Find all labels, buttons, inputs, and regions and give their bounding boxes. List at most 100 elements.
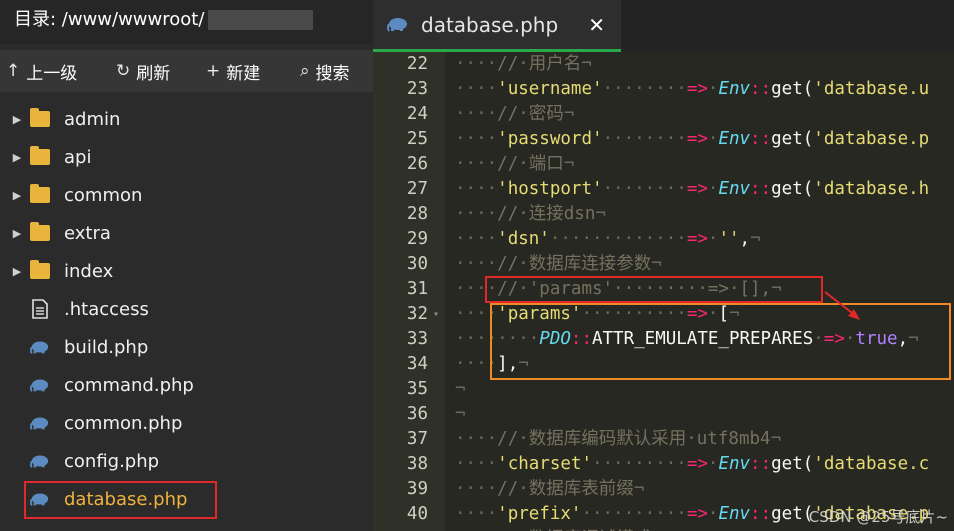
line-number: 30 xyxy=(406,254,428,274)
expand-arrow-icon: ▶ xyxy=(12,112,22,126)
toolbar-label: 搜索 xyxy=(315,63,350,84)
code-line: 37 ····//·数据库编码默认采用·utf8mb4¬ xyxy=(373,427,954,452)
code-line: 30 ····//·数据库连接参数¬ xyxy=(373,252,954,277)
code-text: ¬ xyxy=(455,379,466,399)
line-number: 22 xyxy=(406,54,428,74)
folder-icon xyxy=(30,146,50,165)
file-explorer-sidebar: 目录: /www/wwwroot/ ↑ 上一级 ↻ 刷新 + 新建 ⌕ 搜索 ▶ admin ▶ a… xyxy=(0,0,373,531)
directory-path-label: 目录: /www/wwwroot/ xyxy=(14,9,205,30)
tree-item-label: common.php xyxy=(64,412,183,434)
code-line: 22 ····//·用户名¬ xyxy=(373,52,954,77)
tree-item-config-php[interactable]: config.php xyxy=(0,442,373,480)
close-tab-icon[interactable]: ✕ xyxy=(588,13,605,37)
line-number: 33 xyxy=(406,329,428,349)
code-line: 26 ····//·端口¬ xyxy=(373,152,954,177)
line-number: 27 xyxy=(406,179,428,199)
code-text: ····//·密码¬ xyxy=(455,104,575,124)
expand-arrow-icon: ▶ xyxy=(12,188,22,202)
directory-path-bar: 目录: /www/wwwroot/ xyxy=(0,0,373,44)
toolbar-search-button[interactable]: ⌕ 搜索 xyxy=(300,50,350,92)
line-number: 35 xyxy=(406,379,428,399)
php-elephant-icon xyxy=(30,375,50,395)
expand-arrow-icon: ▶ xyxy=(12,264,22,278)
tree-item-common-php[interactable]: common.php xyxy=(0,404,373,442)
tree-item-label: extra xyxy=(64,222,111,244)
editor-tab-bar: database.php ✕ xyxy=(373,0,954,52)
line-number: 24 xyxy=(406,104,428,124)
line-number: 37 xyxy=(406,429,428,449)
line-number: 34 xyxy=(406,354,428,374)
code-text: ····//·用户名¬ xyxy=(455,54,592,74)
code-line: 38 ····'charset'·········=>·Env::get('dat… xyxy=(373,452,954,477)
tree-item-common[interactable]: ▶ common xyxy=(0,176,373,214)
code-line: 24 ····//·密码¬ xyxy=(373,102,954,127)
line-number: 40 xyxy=(406,504,428,524)
code-line: 29 ····'dsn'·············=>·'',¬ xyxy=(373,227,954,252)
toolbar-arrow-up-button[interactable]: ↑ 上一级 xyxy=(6,50,77,92)
code-text: ····'dsn'·············=>·'',¬ xyxy=(455,229,761,249)
tree-item-admin[interactable]: ▶ admin xyxy=(0,100,373,138)
params-array-highlight-box xyxy=(490,303,951,380)
line-number: 23 xyxy=(406,79,428,99)
tree-item-label: admin xyxy=(64,108,121,130)
php-elephant-icon xyxy=(30,413,50,433)
code-text: ····'hostport'········=>·Env::get('datab… xyxy=(455,179,930,199)
tree-item-label: build.php xyxy=(64,336,149,358)
code-editor[interactable]: 22 ····//·用户名¬ 23 ····'username'········=>·… xyxy=(373,52,954,531)
toolbar-plus-button[interactable]: + 新建 xyxy=(206,50,260,92)
php-elephant-icon xyxy=(30,337,50,357)
tree-item-label: .htaccess xyxy=(64,298,149,320)
toolbar-label: 上一级 xyxy=(26,63,78,84)
code-text: ····//·连接dsn¬ xyxy=(455,204,606,224)
tree-item-build-php[interactable]: build.php xyxy=(0,328,373,366)
line-number: 36 xyxy=(406,404,428,424)
tree-item-command-php[interactable]: command.php xyxy=(0,366,373,404)
folder-icon xyxy=(30,108,50,127)
tree-item-label: command.php xyxy=(64,374,194,396)
code-line: 27 ····'hostport'········=>·Env::get('dat… xyxy=(373,177,954,202)
toolbar-label: 刷新 xyxy=(136,63,171,84)
tree-item-htaccess[interactable]: .htaccess xyxy=(0,290,373,328)
code-text: ¬ xyxy=(455,404,466,424)
tree-item-extra[interactable]: ▶ extra xyxy=(0,214,373,252)
line-number: 29 xyxy=(406,229,428,249)
line-number: 32 xyxy=(406,304,428,324)
toolbar-label: 新建 xyxy=(226,63,261,84)
watermark: CSDN @25号底片~ xyxy=(808,508,948,526)
code-text: ····//·数据库连接参数¬ xyxy=(455,254,662,274)
code-text: ····'charset'·········=>·Env::get('datab… xyxy=(455,454,930,474)
tree-item-index[interactable]: ▶ index xyxy=(0,252,373,290)
code-line: 25 ····'password'········=>·Env::get('dat… xyxy=(373,127,954,152)
line-number: 39 xyxy=(406,479,428,499)
toolbar-refresh-button[interactable]: ↻ 刷新 xyxy=(116,50,170,92)
tab-database-php[interactable]: database.php ✕ xyxy=(373,0,621,52)
code-line: 35 ¬ xyxy=(373,377,954,402)
code-line: 28 ····//·连接dsn¬ xyxy=(373,202,954,227)
tree-item-label: common xyxy=(64,184,143,206)
code-text: ····'password'········=>·Env::get('datab… xyxy=(455,129,930,149)
folder-icon xyxy=(30,222,50,241)
tree-item-api[interactable]: ▶ api xyxy=(0,138,373,176)
code-text: ····//·数据库表前缀¬ xyxy=(455,479,645,499)
refresh-icon: ↻ xyxy=(116,61,131,81)
file-tree: ▶ admin ▶ api ▶ common ▶ extra ▶ index .htaccess bu… xyxy=(0,100,373,518)
code-text: ····//·端口¬ xyxy=(455,154,575,174)
line-number: 41 xyxy=(373,527,428,531)
arrow-up-icon: ↑ xyxy=(6,61,21,81)
line-number: 26 xyxy=(406,154,428,174)
folder-icon xyxy=(30,260,50,279)
selected-file-highlight-box xyxy=(24,481,217,519)
fold-toggle-icon[interactable]: ▾ xyxy=(433,302,439,327)
search-icon: ⌕ xyxy=(300,61,310,81)
plus-icon: + xyxy=(206,61,221,81)
tab-title: database.php xyxy=(421,12,559,37)
commented-params-highlight-box xyxy=(485,276,823,303)
code-line: 41 ····//·数据库调试模式¬ xyxy=(373,527,954,531)
php-elephant-icon xyxy=(30,451,50,471)
line-number: 38 xyxy=(406,454,428,474)
folder-icon xyxy=(30,184,50,203)
line-number: 31 xyxy=(406,279,428,299)
code-line: 36 ¬ xyxy=(373,402,954,427)
line-number: 28 xyxy=(406,204,428,224)
document-icon xyxy=(30,299,50,319)
